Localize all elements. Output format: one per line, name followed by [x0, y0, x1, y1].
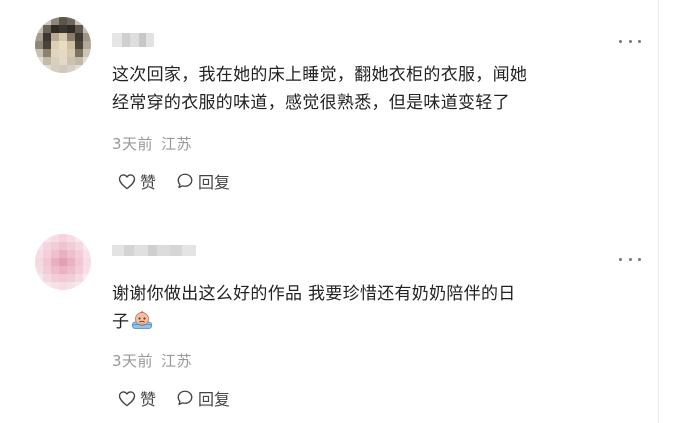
comment-time: 3天前: [112, 352, 154, 370]
comment-time: 3天前: [112, 135, 154, 153]
more-dots-icon: [638, 39, 641, 43]
like-button[interactable]: 赞: [118, 169, 156, 193]
comment-text-line: 这次回家，我在她的床上睡觉，翻她衣柜的衣服，闻她: [112, 65, 528, 85]
comment-item: 这次回家，我在她的床上睡觉，翻她衣柜的衣服，闻她 经常穿的衣服的味道，感觉很熟悉…: [0, 0, 655, 210]
speech-bubble-icon: [177, 173, 193, 189]
like-button[interactable]: 赞: [118, 386, 156, 410]
speech-bubble-icon: [177, 390, 193, 406]
reply-button[interactable]: 回复: [176, 386, 230, 410]
more-dots-icon: [619, 39, 622, 43]
comment-text: 谢谢你做出这么好的作品 我要珍惜还有奶奶陪伴的日 子: [112, 280, 632, 336]
comment-list: 这次回家，我在她的床上睡觉，翻她衣柜的衣服，闻她 经常穿的衣服的味道，感觉很熟悉…: [0, 0, 681, 423]
more-dots-icon: [638, 257, 641, 261]
reply-label: 回复: [198, 173, 231, 192]
heart-outline-icon: [118, 390, 136, 406]
like-label: 赞: [140, 390, 157, 409]
comment-location: 江苏: [161, 135, 193, 153]
comment-text: 这次回家，我在她的床上睡觉，翻她衣柜的衣服，闻她 经常穿的衣服的味道，感觉很熟悉…: [112, 61, 632, 117]
more-options-button[interactable]: [619, 253, 641, 265]
reply-label: 回复: [198, 390, 231, 409]
more-dots-icon: [619, 257, 622, 261]
comment-meta: 3天前 江苏: [112, 133, 192, 154]
comment-text-line: 子: [112, 308, 632, 336]
comment-text-line: 经常穿的衣服的味道，感觉很熟悉，但是味道变轻了: [112, 93, 510, 113]
comment-item: 谢谢你做出这么好的作品 我要珍惜还有奶奶陪伴的日 子 3天前 江苏 赞 回复: [0, 210, 655, 423]
comment-meta: 3天前 江苏: [112, 350, 192, 371]
comment-location: 江苏: [161, 352, 193, 370]
username-blurred[interactable]: [112, 33, 154, 47]
username-blurred[interactable]: [112, 245, 196, 256]
comment-text-line-tail: 子: [112, 312, 130, 332]
avatar[interactable]: [35, 234, 91, 290]
heart-outline-icon: [118, 173, 136, 189]
crying-face-emoji: [132, 311, 153, 329]
more-options-button[interactable]: [619, 35, 641, 47]
comment-actions: 赞 回复: [118, 386, 230, 410]
reply-button[interactable]: 回复: [176, 169, 230, 193]
comment-text-line: 谢谢你做出这么好的作品 我要珍惜还有奶奶陪伴的日: [112, 284, 516, 304]
more-dots-icon: [628, 257, 632, 261]
more-dots-icon: [628, 39, 632, 43]
comment-actions: 赞 回复: [118, 169, 230, 193]
scrollbar-track[interactable]: [658, 0, 659, 423]
avatar[interactable]: [35, 17, 91, 73]
like-label: 赞: [140, 173, 157, 192]
